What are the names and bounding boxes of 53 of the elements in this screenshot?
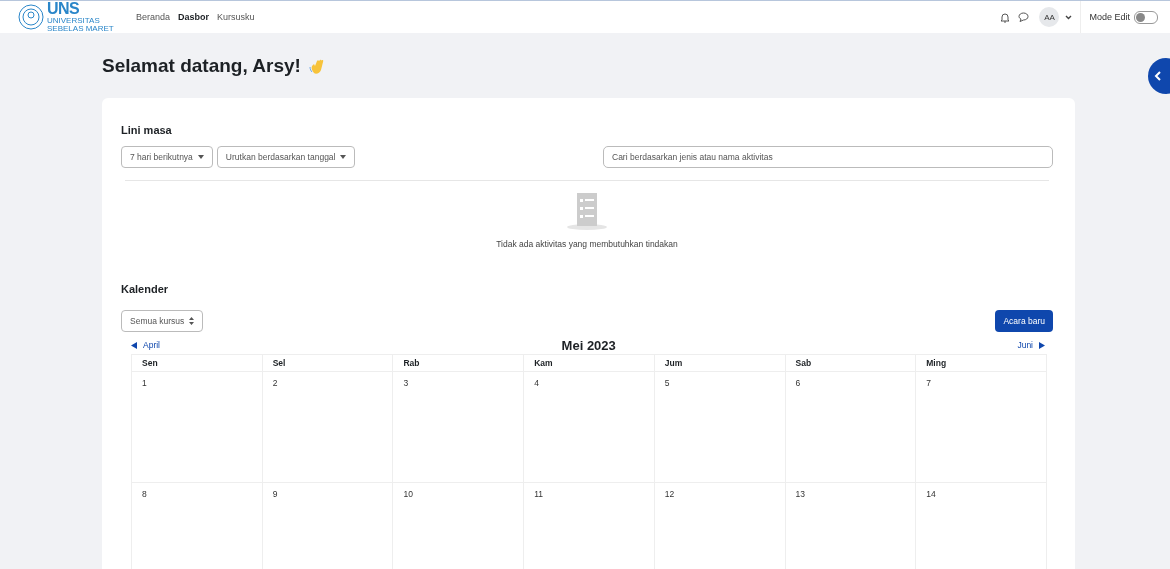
day-cell[interactable]: 6	[785, 372, 917, 483]
day-cell[interactable]: 5	[654, 372, 786, 483]
emblem-icon	[18, 4, 44, 30]
weekday-header: Sel	[262, 354, 394, 372]
chevron-left-icon	[1154, 71, 1162, 81]
section-title: Lini masa	[121, 124, 173, 136]
caret-icon	[340, 155, 347, 159]
day-cell[interactable]: 3	[393, 372, 525, 483]
day-cell[interactable]: 10	[393, 483, 525, 569]
previous-month-link[interactable]: April	[131, 340, 160, 350]
search-field[interactable]: Cari berdasarkan jenis atau nama aktivitas	[603, 146, 1053, 168]
weekday-header: Jum	[654, 354, 786, 372]
new-event-button[interactable]: Acara baru	[995, 310, 1053, 332]
day-cell[interactable]: 9	[262, 483, 394, 569]
course-filter-dropdown[interactable]: Semua kursus	[121, 310, 204, 332]
logo-text: UNS	[47, 1, 81, 17]
day-cell[interactable]: 14	[916, 483, 1047, 569]
logo-subtitle: UNIVERSITAS	[47, 17, 101, 25]
caret-icon[interactable]	[1065, 14, 1073, 20]
welcome-heading: Selamat datang, Arsy!	[102, 55, 301, 77]
nav-link[interactable]: Beranda	[136, 12, 171, 22]
day-cell[interactable]: 8	[132, 483, 263, 569]
bell-icon[interactable]	[1000, 11, 1011, 23]
day-cell[interactable]: 1	[132, 372, 263, 483]
day-cell[interactable]: 12	[654, 483, 786, 569]
day-cell[interactable]: 2	[262, 372, 394, 483]
weekday-header: Sen	[132, 354, 263, 372]
caret-icon	[197, 155, 204, 159]
section-title: Kalender	[121, 283, 170, 295]
weekday-header: Ming	[916, 354, 1047, 372]
day-cell[interactable]: 11	[524, 483, 655, 569]
chat-icon[interactable]	[1018, 12, 1030, 22]
filter-dropdown[interactable]: Urutkan berdasarkan tanggal	[216, 146, 356, 168]
next-month-link[interactable]: Juni	[1017, 340, 1045, 350]
day-cell[interactable]: 4	[524, 372, 655, 483]
list-icon	[565, 193, 609, 231]
filter-dropdown[interactable]: 7 hari berikutnya	[121, 146, 213, 168]
right-triangle-icon	[1039, 341, 1045, 349]
empty-message: Tidak ada aktivitas yang membutuhkan tindakan	[496, 239, 678, 249]
user-avatar[interactable]: AA	[1039, 7, 1060, 27]
edit-mode-toggle[interactable]	[1134, 10, 1158, 24]
left-triangle-icon	[131, 341, 137, 349]
sort-icon	[189, 317, 195, 325]
weekday-header: Rab	[393, 354, 525, 372]
day-cell[interactable]: 7	[916, 372, 1047, 483]
weekday-header: Sab	[785, 354, 917, 372]
weekday-header: Kam	[524, 354, 655, 372]
logo-subtitle: SEBELAS MARET	[47, 25, 114, 33]
nav-link[interactable]: Kursusku	[217, 12, 255, 22]
day-cell[interactable]: 13	[785, 483, 917, 569]
mode-edit-label: Mode Edit	[1089, 12, 1130, 22]
nav-link[interactable]: Dasbor	[178, 12, 210, 22]
month-title: Mei 2023	[561, 337, 616, 353]
